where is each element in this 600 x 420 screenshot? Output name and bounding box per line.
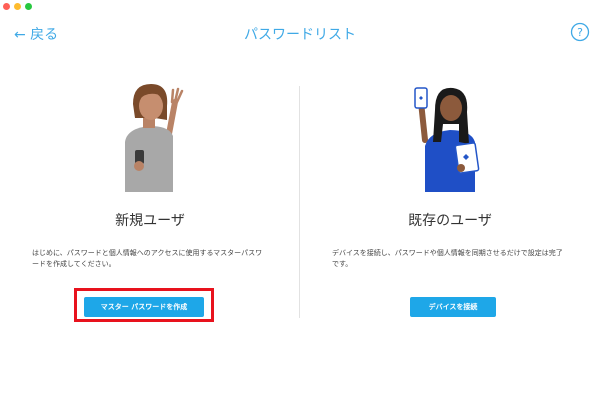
- existing-user-description: デバイスを接続し、パスワードや個人情報を同期させるだけで設定は完了です。: [332, 249, 563, 268]
- annotation-highlight-box: [74, 288, 214, 322]
- person-with-devices-illustration: [414, 87, 480, 192]
- close-window-button[interactable]: [3, 3, 10, 10]
- connect-device-button[interactable]: デバイスを接続: [410, 297, 496, 317]
- zoom-window-button[interactable]: [25, 3, 32, 10]
- person-waving-illustration: [125, 84, 184, 192]
- panel-divider: [299, 86, 300, 318]
- help-icon[interactable]: ?: [570, 22, 590, 42]
- new-user-title: 新規ユーザ: [115, 213, 185, 229]
- window-titlebar: [0, 0, 600, 14]
- help-icon-label: ?: [577, 26, 583, 39]
- minimize-window-button[interactable]: [14, 3, 21, 10]
- new-user-description: はじめに、パスワードと個人情報へのアクセスに使用するマスターパスワードを作成して…: [32, 249, 263, 268]
- header: ← 戻る パスワードリスト ?: [0, 20, 600, 46]
- existing-user-title: 既存のユーザ: [408, 213, 492, 229]
- existing-user-panel: 既存のユーザ デバイスを接続し、パスワードや個人情報を同期させるだけで設定は完了…: [320, 80, 580, 340]
- page-title: パスワードリスト: [244, 27, 356, 43]
